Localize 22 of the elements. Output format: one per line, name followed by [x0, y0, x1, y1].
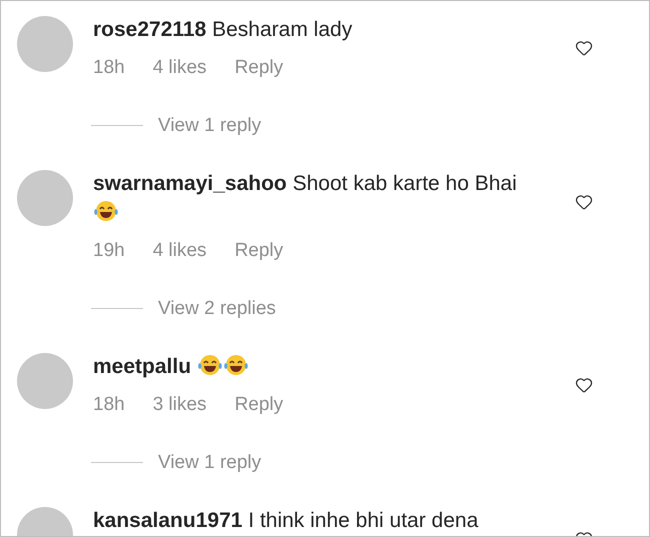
view-replies-button[interactable]: View 2 replies	[158, 294, 276, 323]
laughing-face-icon	[93, 200, 119, 222]
likes-count[interactable]: 4 likes	[152, 53, 207, 82]
comment-time: 19h	[93, 239, 125, 263]
reply-button[interactable]: Reply	[234, 390, 284, 419]
comment-text: Besharam lady	[211, 18, 352, 41]
comment-time: 18h	[93, 393, 125, 417]
comment-text: Shoot kab karte ho Bhai	[292, 172, 517, 195]
view-replies-button[interactable]: View 1 reply	[158, 111, 262, 140]
username[interactable]: swarnamayi_sahoo	[93, 172, 287, 195]
reply-button[interactable]: Reply	[234, 236, 284, 265]
likes-count[interactable]: 4 likes	[152, 236, 207, 265]
reply-button[interactable]: Reply	[234, 53, 284, 82]
comment-time: 18h	[93, 56, 125, 80]
username[interactable]: kansalanu1971	[93, 509, 242, 532]
laughing-face-icon	[222, 354, 249, 376]
likes-count[interactable]: 3 likes	[152, 390, 207, 419]
comment-text: I think inhe bhi utar dena	[247, 509, 478, 532]
view-replies-button[interactable]: View 1 reply	[158, 448, 262, 477]
username[interactable]: meetpallu	[93, 355, 192, 378]
laughing-face-icon	[196, 354, 223, 376]
username[interactable]: rose272118	[93, 18, 206, 41]
